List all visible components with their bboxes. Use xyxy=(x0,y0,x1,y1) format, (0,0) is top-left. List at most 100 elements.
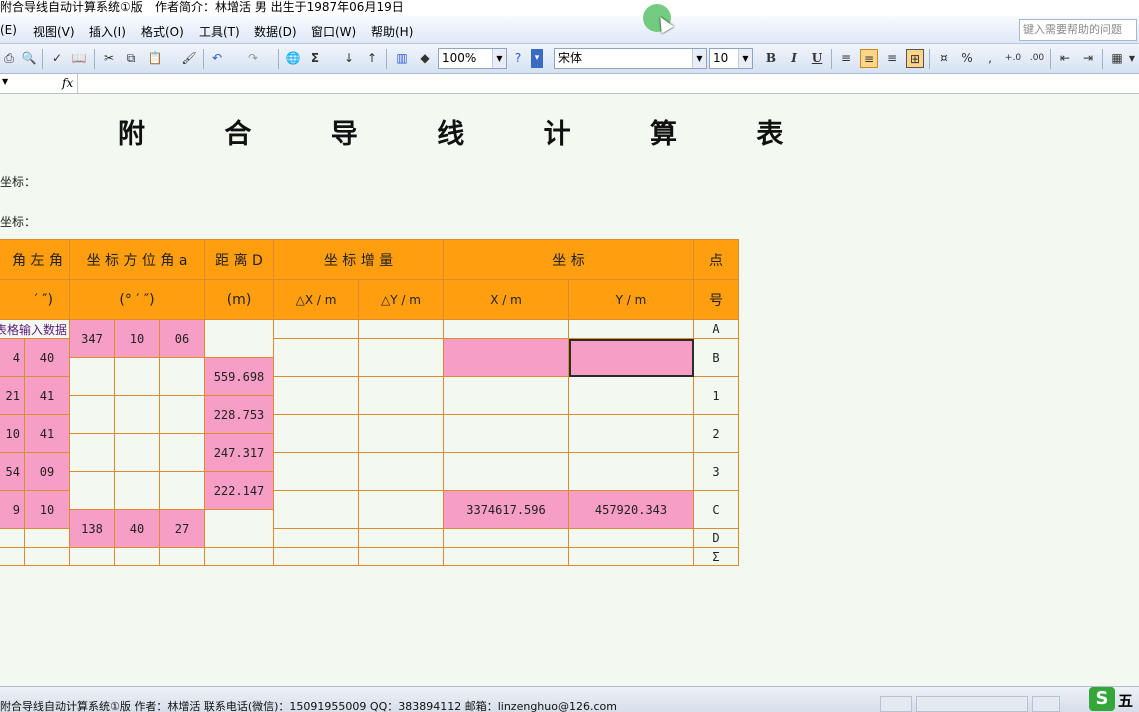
header-y[interactable]: Y / m xyxy=(569,280,694,320)
azimuth-min-cell[interactable] xyxy=(115,434,160,472)
x-cell[interactable]: 3374617.596 xyxy=(444,491,569,529)
menu-format[interactable]: 格式(O) xyxy=(141,23,184,40)
azimuth-sec-cell[interactable] xyxy=(160,396,205,434)
dy-cell[interactable] xyxy=(359,320,444,339)
point-cell[interactable]: D xyxy=(694,529,739,548)
dx-cell[interactable] xyxy=(274,529,359,548)
align-left-icon[interactable]: ≡ xyxy=(837,49,855,68)
fx-icon[interactable]: fx xyxy=(62,76,73,90)
borders-icon[interactable]: ▦ xyxy=(1108,49,1126,68)
x-cell[interactable] xyxy=(444,320,569,339)
azimuth-deg-cell[interactable] xyxy=(70,396,115,434)
y-cell[interactable]: 457920.343 xyxy=(569,491,694,529)
azimuth-sec-cell[interactable]: 27 xyxy=(160,510,205,548)
distance-cell[interactable]: 228.753 xyxy=(205,396,274,434)
menu-data[interactable]: 数据(D) xyxy=(254,23,297,40)
toolbar-options-icon[interactable]: ▾ xyxy=(531,49,543,68)
dy-cell[interactable] xyxy=(359,453,444,491)
spelling-icon[interactable]: ✓ xyxy=(48,49,66,68)
help-icon[interactable]: ? xyxy=(509,49,527,68)
align-center-icon[interactable]: ≡ xyxy=(860,49,878,68)
dy-cell[interactable] xyxy=(359,548,444,566)
ime-logo-icon[interactable]: S xyxy=(1089,687,1115,711)
dx-cell[interactable] xyxy=(274,453,359,491)
zoom-select[interactable]: 100% ▼ xyxy=(438,48,507,69)
research-icon[interactable]: 📖 xyxy=(70,49,88,68)
angle-deg-cell[interactable]: 9 xyxy=(0,491,25,529)
name-box-dropdown-icon[interactable]: ▼ xyxy=(2,77,8,86)
distance-cell[interactable] xyxy=(205,548,274,566)
header-distance-unit[interactable]: (m) xyxy=(205,280,274,320)
azimuth-deg-cell[interactable]: 347 xyxy=(70,320,115,358)
angle-min-cell[interactable] xyxy=(25,529,70,548)
header-distance[interactable]: 距 离 D xyxy=(205,240,274,280)
format-painter-icon[interactable]: 🖌 xyxy=(180,49,198,68)
x-cell[interactable] xyxy=(444,339,569,377)
menu-tools[interactable]: 工具(T) xyxy=(199,23,240,40)
chevron-down-icon[interactable]: ▼ xyxy=(738,49,752,68)
help-search-input[interactable]: 键入需要帮助的问题 xyxy=(1019,19,1137,41)
azimuth-deg-cell[interactable] xyxy=(70,548,115,566)
underline-button[interactable]: U xyxy=(808,49,826,68)
point-cell[interactable]: 1 xyxy=(694,377,739,415)
increase-decimal-icon[interactable]: +.0 xyxy=(1004,49,1022,68)
cut-icon[interactable]: ✂ xyxy=(100,49,118,68)
chevron-down-icon[interactable]: ▼ xyxy=(492,49,506,68)
angle-min-cell[interactable]: 10 xyxy=(25,491,70,529)
sort-descending-icon[interactable]: ↑ xyxy=(363,49,381,68)
header-x[interactable]: X / m xyxy=(444,280,569,320)
italic-button[interactable]: I xyxy=(785,49,803,68)
header-point-bottom[interactable]: 号 xyxy=(694,280,739,320)
azimuth-min-cell[interactable] xyxy=(115,358,160,396)
decrease-indent-icon[interactable]: ⇤ xyxy=(1056,49,1074,68)
autosum-icon[interactable]: Σ xyxy=(306,49,324,68)
header-azimuth-unit[interactable]: (° ′ ″) xyxy=(70,280,205,320)
dx-cell[interactable] xyxy=(274,548,359,566)
print-icon[interactable]: ⎙ xyxy=(0,49,18,68)
angle-deg-cell[interactable]: 54 xyxy=(0,453,25,491)
point-cell[interactable]: 2 xyxy=(694,415,739,453)
header-coord-increment[interactable]: 坐 标 增 量 xyxy=(274,240,444,280)
azimuth-min-cell[interactable] xyxy=(115,472,160,510)
azimuth-min-cell[interactable] xyxy=(115,396,160,434)
chevron-down-icon[interactable]: ▼ xyxy=(692,49,706,68)
dy-cell[interactable] xyxy=(359,491,444,529)
dx-cell[interactable] xyxy=(274,491,359,529)
angle-deg-cell[interactable]: 21 xyxy=(0,377,25,415)
azimuth-min-cell[interactable]: 10 xyxy=(115,320,160,358)
azimuth-sec-cell[interactable] xyxy=(160,434,205,472)
header-dx[interactable]: △X / m xyxy=(274,280,359,320)
angle-deg-cell[interactable]: 4 xyxy=(0,339,25,377)
distance-cell[interactable]: 559.698 xyxy=(205,358,274,396)
comma-style-icon[interactable]: , xyxy=(981,49,999,68)
undo-icon[interactable]: ↶ xyxy=(208,49,226,68)
ime-mode-label[interactable]: 五 xyxy=(1118,690,1133,711)
align-right-icon[interactable]: ≡ xyxy=(883,49,901,68)
bold-button[interactable]: B xyxy=(762,49,780,68)
x-cell[interactable] xyxy=(444,415,569,453)
distance-cell[interactable] xyxy=(205,510,274,548)
x-cell[interactable] xyxy=(444,548,569,566)
angle-deg-cell[interactable] xyxy=(0,548,25,566)
x-cell[interactable] xyxy=(444,453,569,491)
x-cell[interactable] xyxy=(444,529,569,548)
angle-min-cell[interactable] xyxy=(25,548,70,566)
azimuth-sec-cell[interactable] xyxy=(160,548,205,566)
header-coordinate[interactable]: 坐 标 xyxy=(444,240,694,280)
y-cell[interactable] xyxy=(569,415,694,453)
point-cell[interactable]: 3 xyxy=(694,453,739,491)
x-cell[interactable] xyxy=(444,377,569,415)
y-cell[interactable] xyxy=(569,548,694,566)
selected-y-cell[interactable] xyxy=(569,339,694,377)
azimuth-sec-cell[interactable] xyxy=(160,472,205,510)
chart-wizard-icon[interactable]: ▥ xyxy=(393,49,411,68)
menu-help[interactable]: 帮助(H) xyxy=(371,23,413,40)
angle-min-cell[interactable]: 40 xyxy=(25,339,70,377)
angle-min-cell[interactable]: 09 xyxy=(25,453,70,491)
azimuth-deg-cell[interactable] xyxy=(70,358,115,396)
angle-min-cell[interactable]: 41 xyxy=(25,377,70,415)
azimuth-deg-cell[interactable]: 138 xyxy=(70,510,115,548)
header-left-angle-unit[interactable]: ′ ″) xyxy=(0,280,70,320)
increase-indent-icon[interactable]: ⇥ xyxy=(1079,49,1097,68)
angle-min-cell[interactable]: 41 xyxy=(25,415,70,453)
